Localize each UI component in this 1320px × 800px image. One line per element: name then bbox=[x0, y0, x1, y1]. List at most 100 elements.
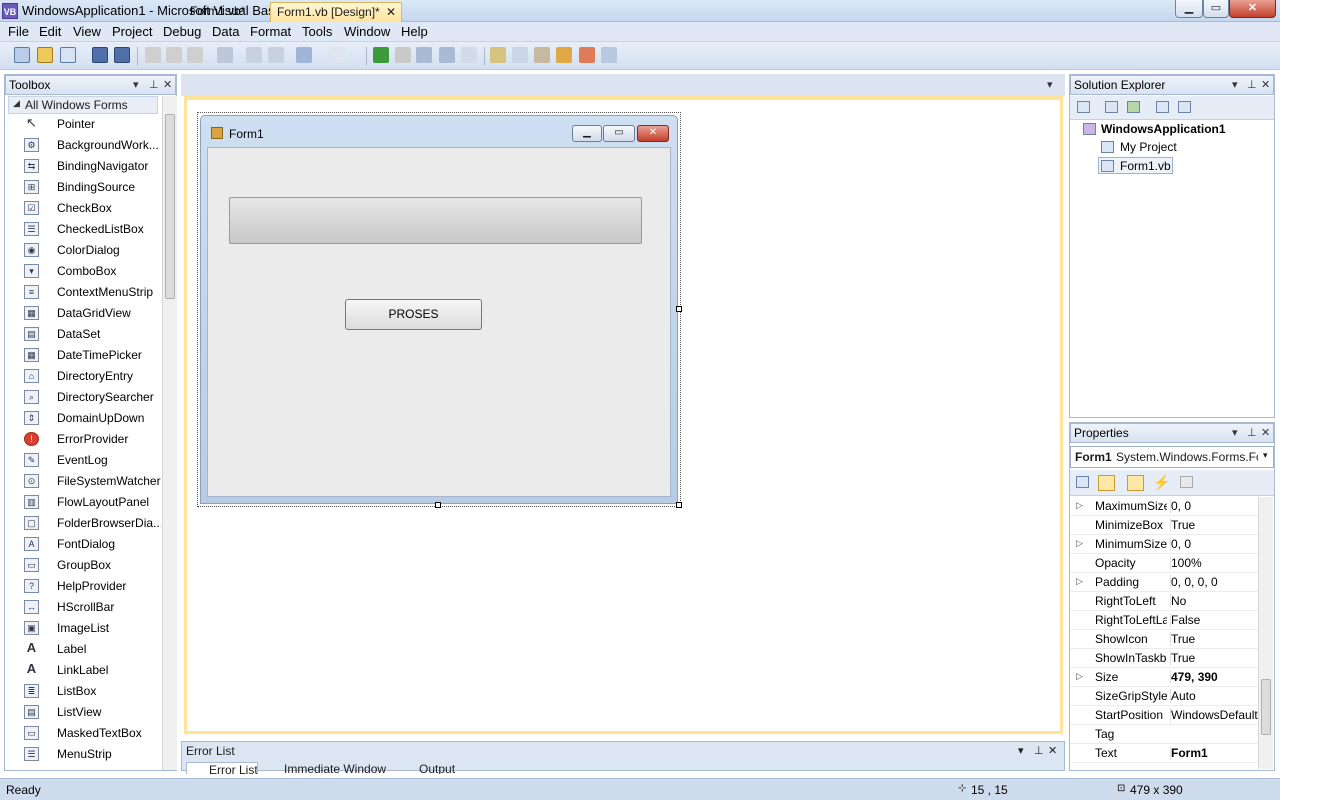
property-row[interactable]: ▷ MinimumSize 0, 0 bbox=[1070, 535, 1258, 554]
property-row[interactable]: Text Form1 bbox=[1070, 744, 1258, 763]
menu-file[interactable]: File bbox=[8, 24, 29, 39]
toolbox-item[interactable]: ≣ ListBox bbox=[20, 681, 160, 702]
maximize-icon[interactable]: ▭ bbox=[1203, 0, 1229, 18]
toolbox-item[interactable]: A Label bbox=[20, 639, 160, 660]
toolbox-item[interactable]: ▭ MaskedTextBox bbox=[20, 723, 160, 744]
dropdown-icon[interactable]: ▾ bbox=[1232, 78, 1238, 91]
show-all-files-icon[interactable] bbox=[1105, 101, 1118, 113]
start-debugging-icon[interactable] bbox=[373, 47, 389, 63]
expand-icon[interactable]: ▷ bbox=[1076, 671, 1083, 682]
categorized-icon[interactable] bbox=[1076, 476, 1089, 488]
toolbox-item[interactable]: ☰ CheckedListBox bbox=[20, 219, 160, 240]
property-value[interactable]: 0, 0 bbox=[1170, 499, 1258, 513]
expand-icon[interactable]: ▷ bbox=[1076, 576, 1083, 587]
toolbox-item[interactable]: A FontDialog bbox=[20, 534, 160, 555]
solution-explorer-icon[interactable] bbox=[490, 47, 506, 63]
toolbox-item[interactable]: ✎ EventLog bbox=[20, 450, 160, 471]
refresh-icon[interactable] bbox=[1127, 101, 1140, 113]
scrollbar-thumb[interactable] bbox=[1261, 679, 1271, 735]
close-icon[interactable]: ✕ bbox=[163, 78, 172, 91]
property-value[interactable]: 479, 390 bbox=[1170, 670, 1258, 684]
tab-dropdown-icon[interactable]: ▾ bbox=[1047, 78, 1053, 91]
toolbox-item[interactable]: ⚙ BackgroundWork... bbox=[20, 135, 160, 156]
toolbox-item[interactable]: ☰ MenuStrip bbox=[20, 744, 160, 765]
find-icon[interactable] bbox=[217, 47, 233, 63]
toolbox-item[interactable]: ▣ ImageList bbox=[20, 618, 160, 639]
property-row[interactable]: Opacity 100% bbox=[1070, 554, 1258, 573]
save-all-icon[interactable] bbox=[114, 47, 130, 63]
tab-form1-design[interactable]: Form1.vb [Design]* ✕ bbox=[270, 2, 402, 22]
menu-window[interactable]: Window bbox=[344, 24, 390, 39]
toolbox-item[interactable]: ⇆ BindingNavigator bbox=[20, 156, 160, 177]
toolbox-item[interactable]: ▤ ListView bbox=[20, 702, 160, 723]
toolbox-item[interactable]: ▦ DateTimePicker bbox=[20, 345, 160, 366]
toolbox-item[interactable]: ⌕ DirectorySearcher bbox=[20, 387, 160, 408]
dropdown-icon[interactable]: ▾ bbox=[1232, 426, 1238, 439]
toolbox-group-all-windows-forms[interactable]: ◢ All Windows Forms bbox=[8, 96, 158, 114]
toolbox-item[interactable]: ◉ ColorDialog bbox=[20, 240, 160, 261]
start-page-icon[interactable] bbox=[601, 47, 617, 63]
toolbox-item[interactable]: ▤ DataSet bbox=[20, 324, 160, 345]
close-icon[interactable]: ✕ bbox=[1229, 0, 1276, 18]
close-tab-icon[interactable]: ✕ bbox=[386, 5, 396, 19]
minimize-icon[interactable]: ▁ bbox=[1175, 0, 1203, 18]
toolbox-scrollbar[interactable] bbox=[162, 96, 177, 770]
progress-bar[interactable] bbox=[229, 197, 642, 244]
property-row[interactable]: Tag bbox=[1070, 725, 1258, 744]
copy-icon[interactable] bbox=[166, 47, 182, 63]
property-value[interactable]: True bbox=[1170, 518, 1258, 532]
property-value[interactable]: 100% bbox=[1170, 556, 1258, 570]
property-row[interactable]: ▷ Padding 0, 0, 0, 0 bbox=[1070, 573, 1258, 592]
add-item-icon[interactable] bbox=[60, 47, 76, 63]
property-row[interactable]: ShowInTaskbarTrue bbox=[1070, 649, 1258, 668]
property-row[interactable]: RightToLeft No bbox=[1070, 592, 1258, 611]
my-project-node[interactable]: My Project bbox=[1120, 140, 1177, 154]
toolbox-item[interactable]: ⌂ DirectoryEntry bbox=[20, 366, 160, 387]
uncomment-icon[interactable] bbox=[268, 47, 284, 63]
property-row[interactable]: ▷ Size 479, 390 bbox=[1070, 668, 1258, 687]
tab-error-list[interactable]: Error List bbox=[186, 762, 258, 774]
tab-immediate-window[interactable]: Immediate Window bbox=[284, 762, 392, 774]
menu-tools[interactable]: Tools bbox=[302, 24, 332, 39]
cut-icon[interactable] bbox=[145, 47, 161, 63]
open-file-icon[interactable] bbox=[37, 47, 53, 63]
property-row[interactable]: SizeGripStyle Auto bbox=[1070, 687, 1258, 706]
properties-scrollbar[interactable] bbox=[1258, 497, 1273, 769]
property-value[interactable]: WindowsDefaultLocation bbox=[1170, 708, 1258, 722]
dropdown-icon[interactable]: ▾ bbox=[1018, 744, 1024, 757]
menu-project[interactable]: Project bbox=[112, 24, 152, 39]
view-designer-icon[interactable] bbox=[1178, 101, 1191, 113]
redo-icon[interactable] bbox=[330, 47, 346, 63]
menu-help[interactable]: Help bbox=[401, 24, 428, 39]
menu-view[interactable]: View bbox=[73, 24, 101, 39]
pin-icon[interactable]: ⊥ bbox=[1034, 744, 1044, 757]
property-value[interactable]: No bbox=[1170, 594, 1258, 608]
view-code-icon[interactable] bbox=[1156, 101, 1169, 113]
property-value[interactable]: 0, 0, 0, 0 bbox=[1170, 575, 1258, 589]
pin-icon[interactable]: ⊥ bbox=[149, 78, 159, 91]
object-browser-icon[interactable] bbox=[579, 47, 595, 63]
property-pages-icon[interactable] bbox=[1180, 476, 1193, 488]
property-value[interactable]: False bbox=[1170, 613, 1258, 627]
database-explorer-icon[interactable] bbox=[556, 47, 572, 63]
pin-icon[interactable]: ⊥ bbox=[1247, 426, 1257, 439]
toolbox-item[interactable]: ↖ Pointer bbox=[20, 114, 160, 135]
resize-handle-bottom[interactable] bbox=[435, 502, 441, 508]
properties-view-icon[interactable] bbox=[1127, 475, 1144, 491]
tab-form1-code[interactable]: Form1.vb* bbox=[184, 2, 251, 22]
toolbox-item[interactable]: ⊙ FileSystemWatcher bbox=[20, 471, 161, 492]
properties-window-icon[interactable] bbox=[512, 47, 528, 63]
property-row[interactable]: ▷ MaximumSize 0, 0 bbox=[1070, 497, 1258, 516]
close-icon[interactable]: ✕ bbox=[1261, 78, 1270, 91]
pin-icon[interactable]: ⊥ bbox=[1247, 78, 1257, 91]
alphabetical-icon[interactable] bbox=[1098, 475, 1115, 491]
property-row[interactable]: StartPosition WindowsDefaultLocation bbox=[1070, 706, 1258, 725]
tab-output[interactable]: Output bbox=[419, 762, 459, 774]
dropdown-icon[interactable]: ▾ bbox=[133, 78, 139, 91]
toolbox-item[interactable]: ▦ DataGridView bbox=[20, 303, 160, 324]
properties-object-selector[interactable]: Form1 System.Windows.Forms.Fo ▾ bbox=[1070, 446, 1274, 468]
property-value[interactable]: True bbox=[1170, 651, 1258, 665]
new-project-icon[interactable] bbox=[14, 47, 30, 63]
properties-icon[interactable] bbox=[1077, 101, 1090, 113]
expand-icon[interactable]: ▷ bbox=[1076, 500, 1083, 511]
